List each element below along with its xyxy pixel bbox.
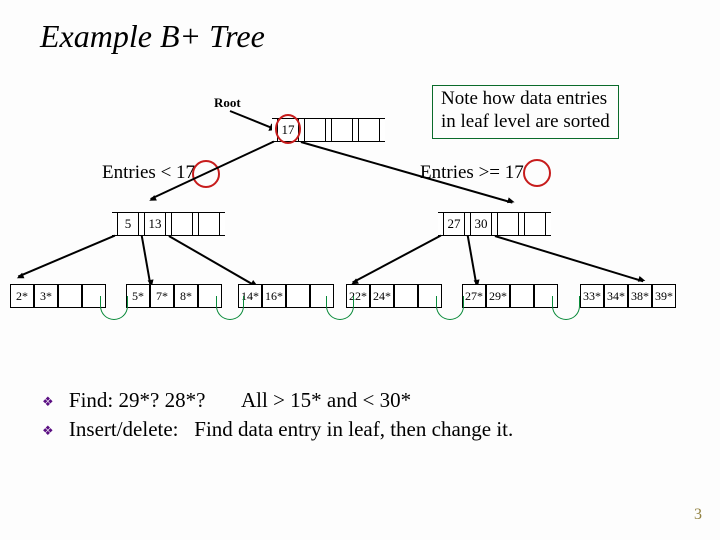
- leaf-link: [552, 296, 580, 320]
- bullet-list: ❖ Find: 29*? 28*? All > 15* and < 30* ❖ …: [42, 388, 513, 446]
- leaf-key: 2*: [10, 284, 34, 308]
- node-key-empty: [524, 212, 546, 236]
- leaf-key: 38*: [628, 284, 652, 308]
- node-key-empty: [171, 212, 193, 236]
- leaf-key: 7*: [150, 284, 174, 308]
- inner-node-left: 5 13: [112, 212, 225, 236]
- connector: [495, 235, 644, 282]
- callout-line: in leaf level are sorted: [441, 111, 610, 134]
- inner-node-right: 27 30: [438, 212, 551, 236]
- bullet-text: Insert/delete:: [69, 417, 179, 441]
- leaf-key-empty: [394, 284, 418, 308]
- leaf-key-empty: [286, 284, 310, 308]
- leaf-node: 33* 34* 38* 39*: [580, 284, 676, 308]
- highlight-ring: [275, 114, 301, 144]
- leaf-key-empty: [58, 284, 82, 308]
- bullet-row: ❖ Find: 29*? 28*? All > 15* and < 30*: [42, 388, 513, 413]
- page-number: 3: [694, 506, 702, 524]
- connector: [141, 236, 151, 286]
- callout-box: Note how data entries in leaf level are …: [432, 85, 619, 139]
- connector: [169, 235, 256, 286]
- node-sep: [380, 118, 385, 142]
- leaf-link: [216, 296, 244, 320]
- leaf-node: 2* 3*: [10, 284, 106, 308]
- connector: [467, 236, 477, 286]
- leaf-link: [436, 296, 464, 320]
- diamond-icon: ❖: [42, 394, 54, 409]
- node-key: 27: [443, 212, 465, 236]
- node-key-empty: [358, 118, 380, 142]
- leaf-key: 39*: [652, 284, 676, 308]
- node-key-empty: [304, 118, 326, 142]
- bullet-text: Find: 29*? 28*?: [69, 388, 206, 412]
- root-arrow: [230, 110, 275, 130]
- leaf-node: 27* 29*: [462, 284, 558, 308]
- leaf-node: 22* 24*: [346, 284, 442, 308]
- diamond-icon: ❖: [42, 423, 54, 438]
- leaf-key: 3*: [34, 284, 58, 308]
- node-key-empty: [198, 212, 220, 236]
- node-key: 13: [144, 212, 166, 236]
- leaf-key: 16*: [262, 284, 286, 308]
- node-sep: [220, 212, 225, 236]
- split-left-label: Entries < 17: [102, 162, 195, 184]
- node-key: 5: [117, 212, 139, 236]
- bullet-row: ❖ Insert/delete: Find data entry in leaf…: [42, 417, 513, 442]
- leaf-key: 27*: [462, 284, 486, 308]
- connector: [352, 235, 441, 283]
- leaf-key: 8*: [174, 284, 198, 308]
- node-key-empty: [497, 212, 519, 236]
- callout-line: Note how data entries: [441, 88, 610, 111]
- leaf-node: 5* 7* 8*: [126, 284, 222, 308]
- leaf-key: 33*: [580, 284, 604, 308]
- node-sep: [546, 212, 551, 236]
- leaf-link: [326, 296, 354, 320]
- highlight-ring: [523, 159, 551, 187]
- page-title: Example B+ Tree: [40, 18, 265, 55]
- bullet-text: Find data entry in leaf, then change it.: [194, 417, 513, 441]
- leaf-link: [100, 296, 128, 320]
- leaf-key-empty: [510, 284, 534, 308]
- leaf-key: 34*: [604, 284, 628, 308]
- bullet-text: All > 15* and < 30*: [241, 388, 411, 412]
- leaf-node: 14* 16*: [238, 284, 334, 308]
- node-key: 30: [470, 212, 492, 236]
- leaf-key: 24*: [370, 284, 394, 308]
- leaf-key: 29*: [486, 284, 510, 308]
- connector: [18, 235, 115, 277]
- node-key-empty: [331, 118, 353, 142]
- leaf-key: 5*: [126, 284, 150, 308]
- root-label: Root: [214, 95, 241, 111]
